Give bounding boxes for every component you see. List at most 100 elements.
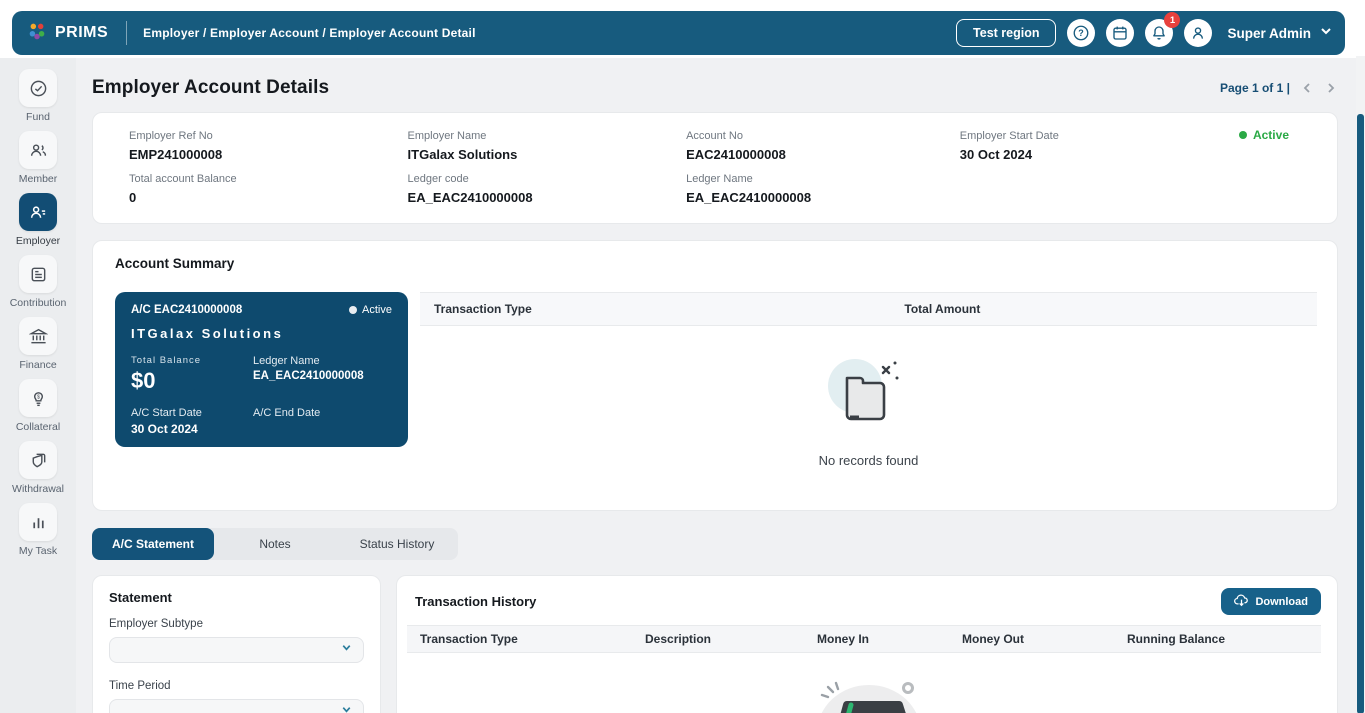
field-employer-ref-no: Employer Ref No EMP241000008: [129, 130, 223, 162]
ac-end-date-block: A/C End Date: [253, 407, 321, 419]
svg-text:$: $: [37, 394, 40, 400]
ac-start-date-block: A/C Start Date 30 Oct 2024: [131, 407, 202, 436]
test-region-button[interactable]: Test region: [956, 19, 1057, 47]
account-tile[interactable]: A/C EAC2410000008 Active ITGalax Solutio…: [115, 292, 408, 447]
empty-wallet-icon: [784, 675, 944, 713]
detail-tabs: A/C Statement Notes Status History: [92, 528, 458, 560]
col-running-balance: Running Balance: [1127, 632, 1226, 646]
chevron-down-icon: [340, 641, 353, 659]
chevron-down-icon: [1319, 24, 1333, 43]
sidebar: Fund Member Employer Contribution Financ…: [0, 58, 76, 713]
no-records-text: No records found: [818, 453, 919, 468]
user-name: Super Admin: [1227, 25, 1311, 41]
field-total-account-balance: Total account Balance 0: [129, 173, 237, 205]
bar-chart-icon: [19, 503, 57, 541]
next-page-button[interactable]: [1324, 81, 1338, 95]
contribution-icon: [19, 255, 57, 293]
time-period-select[interactable]: [109, 699, 364, 713]
sidebar-item-collateral[interactable]: $ Collateral: [0, 379, 76, 433]
account-number: A/C EAC2410000008: [131, 304, 243, 316]
employer-subtype-label: Employer Subtype: [109, 618, 203, 630]
shield-document-icon: [19, 441, 57, 479]
tab-ac-statement[interactable]: A/C Statement: [92, 528, 214, 560]
main-content: Employer Account Details Page 1 of 1 | A…: [76, 58, 1356, 713]
top-navbar: PRIMS Employer / Employer Account / Empl…: [12, 11, 1345, 55]
prev-page-button[interactable]: [1300, 81, 1314, 95]
scrollbar-track: [1356, 56, 1365, 713]
svg-text:?: ?: [1079, 28, 1085, 38]
transaction-history-panel: Transaction History Download Transaction…: [396, 575, 1338, 713]
employer-status-badge: Active: [1238, 128, 1289, 142]
help-icon: ?: [1072, 24, 1090, 42]
active-status-dot: [1238, 131, 1247, 139]
account-summary-card: Account Summary A/C EAC2410000008 Active…: [92, 240, 1338, 511]
lightbulb-icon: $: [19, 379, 57, 417]
field-account-no: Account No EAC2410000008: [686, 130, 786, 162]
account-summary-table: Transaction Type Total Amount No records…: [420, 292, 1317, 468]
empty-folder-icon: [823, 354, 915, 441]
statement-panel: Statement Employer Subtype Time Period: [92, 575, 381, 713]
brand-logo[interactable]: PRIMS: [26, 20, 108, 47]
member-icon: [19, 131, 57, 169]
tab-status-history[interactable]: Status History: [336, 528, 458, 560]
fund-icon: [19, 69, 57, 107]
notifications-button[interactable]: 1: [1145, 12, 1181, 47]
account-status-dot: [349, 306, 358, 314]
sidebar-item-member[interactable]: Member: [0, 131, 76, 185]
summary-empty-state: No records found: [420, 326, 1317, 468]
page-count: Page 1 of 1 |: [1219, 81, 1290, 95]
user-icon: [1190, 25, 1206, 41]
col-total-amount: Total Amount: [904, 302, 981, 316]
employer-info-card: Active Employer Ref No EMP241000008 Empl…: [92, 112, 1338, 224]
calendar-button[interactable]: [1106, 19, 1135, 47]
pagination: Page 1 of 1 |: [1220, 81, 1338, 95]
ledger-name-block: Ledger Name EA_EAC2410000008: [253, 355, 364, 382]
sidebar-item-finance[interactable]: Finance: [0, 317, 76, 371]
account-holder-name: ITGalax Solutions: [131, 326, 284, 341]
sidebar-item-withdrawal[interactable]: Withdrawal: [0, 441, 76, 495]
download-button[interactable]: Download: [1221, 588, 1321, 615]
total-balance-block: Total Balance $0: [131, 355, 253, 394]
employer-subtype-select[interactable]: [109, 637, 364, 663]
chevron-down-icon: [340, 703, 353, 713]
user-menu[interactable]: Super Admin: [1227, 24, 1333, 43]
summary-table-header: Transaction Type Total Amount: [420, 292, 1317, 326]
sidebar-item-fund[interactable]: Fund: [0, 69, 76, 123]
calendar-icon: [1112, 25, 1128, 41]
account-status: Active: [349, 304, 392, 316]
profile-button[interactable]: [1184, 19, 1213, 47]
navbar-right: Test region ? 1 Super Admin: [956, 12, 1333, 47]
transaction-history-heading: Transaction History: [415, 594, 537, 609]
breadcrumb: Employer / Employer Account / Employer A…: [143, 26, 476, 40]
employer-icon: [19, 193, 57, 231]
col-money-in: Money In: [817, 632, 870, 646]
field-ledger-code: Ledger code EA_EAC2410000008: [407, 173, 533, 205]
prims-logo-icon: [26, 20, 48, 47]
app-root: PRIMS Employer / Employer Account / Empl…: [0, 0, 1365, 713]
sidebar-item-employer[interactable]: Employer: [0, 193, 76, 247]
statement-heading: Statement: [109, 590, 172, 605]
page-title: Employer Account Details: [92, 77, 330, 98]
notification-badge: 1: [1164, 12, 1181, 28]
help-button[interactable]: ?: [1067, 19, 1096, 47]
account-summary-heading: Account Summary: [115, 256, 235, 271]
scrollbar-thumb[interactable]: [1357, 114, 1364, 713]
time-period-label: Time Period: [109, 680, 171, 692]
col-money-out: Money Out: [962, 632, 1024, 646]
col-description: Description: [645, 632, 712, 646]
cloud-download-icon: [1234, 594, 1249, 610]
col-transaction-type: Transaction Type: [434, 302, 532, 316]
col-transaction-type: Transaction Type: [420, 632, 518, 646]
tab-notes[interactable]: Notes: [214, 528, 336, 560]
field-ledger-name: Ledger Name EA_EAC2410000008: [686, 173, 812, 205]
transaction-empty-state: [407, 675, 1321, 713]
bell-icon: [1151, 25, 1167, 41]
bank-icon: [19, 317, 57, 355]
sidebar-item-my-task[interactable]: My Task: [0, 503, 76, 557]
field-employer-name: Employer Name ITGalax Solutions: [407, 130, 518, 162]
nav-divider: [126, 21, 128, 45]
total-balance-value: $0: [131, 368, 156, 393]
sidebar-item-contribution[interactable]: Contribution: [0, 255, 76, 309]
brand-name: PRIMS: [55, 24, 109, 41]
transaction-table-header: Transaction Type Description Money In Mo…: [407, 625, 1321, 653]
